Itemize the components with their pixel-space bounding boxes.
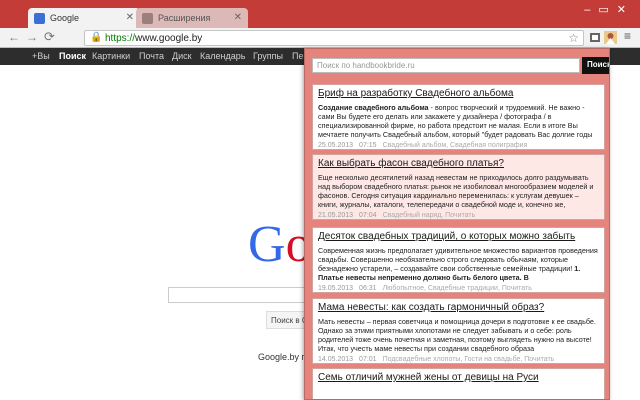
article-title[interactable]: Бриф на разработку Свадебного альбома <box>318 88 599 100</box>
tab-extensions[interactable]: Расширения ✕ <box>136 8 248 28</box>
article-card: Семь отличий мужней жены от девицы на Ру… <box>312 368 605 399</box>
minimize-icon[interactable]: – <box>584 4 598 16</box>
article-title[interactable]: Мама невесты: как создать гармоничный об… <box>318 302 599 314</box>
article-title[interactable]: Десяток свадебных традиций, о которых мо… <box>318 231 599 243</box>
gbar-search[interactable]: Поиск <box>59 51 86 61</box>
extension-popup: Поиск по handbookbride.ru Поиск Бриф на … <box>304 48 610 400</box>
bookmark-star-icon[interactable]: ☆ <box>568 31 579 45</box>
article-card: Мама невесты: как создать гармоничный об… <box>312 298 605 364</box>
article-title[interactable]: Как выбрать фасон свадебного платья? <box>318 158 599 170</box>
gbar-mail[interactable]: Почта <box>139 51 164 61</box>
article-meta: 19.05.2013 06:31 Любопытное, Свадебные тра… <box>318 285 532 292</box>
tab-label: Google <box>50 13 80 23</box>
reload-icon[interactable]: ⟳ <box>44 29 55 45</box>
article-excerpt: Современная жизнь предполагает удивитель… <box>318 246 598 282</box>
gbar-plus-you[interactable]: +Вы <box>32 51 50 61</box>
gbar-groups[interactable]: Группы <box>253 51 283 61</box>
article-categories[interactable]: Подсвадебные хлопоты, Гости на свадьбе, … <box>383 356 555 363</box>
article-excerpt: Создание свадебного альбома - вопрос тво… <box>318 103 593 139</box>
google-favicon-icon <box>34 13 45 24</box>
google-search-input[interactable] <box>168 287 308 303</box>
close-window-icon[interactable]: ✕ <box>617 4 634 16</box>
address-bar[interactable]: 🔒 https://www.google.by ☆ <box>84 30 584 46</box>
gbar-drive[interactable]: Диск <box>172 51 192 61</box>
tab-google[interactable]: Google ✕ <box>28 8 140 28</box>
extension-icon[interactable] <box>589 31 602 44</box>
article-excerpt: Мать невесты – первая советчица и помощн… <box>318 317 596 353</box>
forward-icon[interactable]: → <box>26 30 38 44</box>
article-categories[interactable]: Свадебный альбом, Свадебная полиграфия <box>383 142 528 149</box>
puzzle-favicon-icon <box>142 13 153 24</box>
back-icon[interactable]: ← <box>8 30 20 44</box>
url-scheme: https:// <box>105 33 136 44</box>
gbar-images[interactable]: Картинки <box>92 51 130 61</box>
article-card: Бриф на разработку Свадебного альбома Со… <box>312 84 605 150</box>
article-meta: 21.05.2013 07:04 Свадебный наряд, Почитать <box>318 212 476 219</box>
article-excerpt: Еще несколько десятилетий назад невестам… <box>318 173 594 209</box>
article-meta: 14.05.2013 07:01 Подсвадебные хлопоты, Гос… <box>318 356 555 363</box>
restore-icon[interactable]: ▭ <box>598 4 616 16</box>
popup-search-button[interactable]: Поиск <box>582 57 609 74</box>
popup-search-input[interactable]: Поиск по handbookbride.ru <box>312 58 580 73</box>
tab-label: Расширения <box>158 13 211 23</box>
article-card: Десяток свадебных традиций, о которых мо… <box>312 227 605 293</box>
article-title[interactable]: Семь отличий мужней жены от девицы на Ру… <box>318 372 599 384</box>
browser-toolbar: ← → ⟳ 🔒 https://www.google.by ☆ ≡ <box>0 28 640 48</box>
lock-icon: 🔒 <box>90 32 103 43</box>
close-tab-icon[interactable]: ✕ <box>126 12 134 23</box>
menu-icon[interactable]: ≡ <box>624 29 631 43</box>
article-meta: 25.05.2013 07:15 Свадебный альбом, Свадебн… <box>318 142 528 149</box>
article-categories[interactable]: Свадебный наряд, Почитать <box>383 212 476 219</box>
window-controls: –▭✕ <box>584 3 634 16</box>
close-tab-icon[interactable]: ✕ <box>234 12 242 23</box>
gbar-calendar[interactable]: Календарь <box>200 51 245 61</box>
tab-strip: Google ✕ Расширения ✕ –▭✕ <box>0 0 640 28</box>
article-categories[interactable]: Любопытное, Свадебные традиции, Почитать <box>383 285 532 292</box>
bride-extension-icon[interactable] <box>604 31 617 44</box>
article-card: Как выбрать фасон свадебного платья? Еще… <box>312 154 605 220</box>
url-host: www.google.by <box>135 33 203 44</box>
